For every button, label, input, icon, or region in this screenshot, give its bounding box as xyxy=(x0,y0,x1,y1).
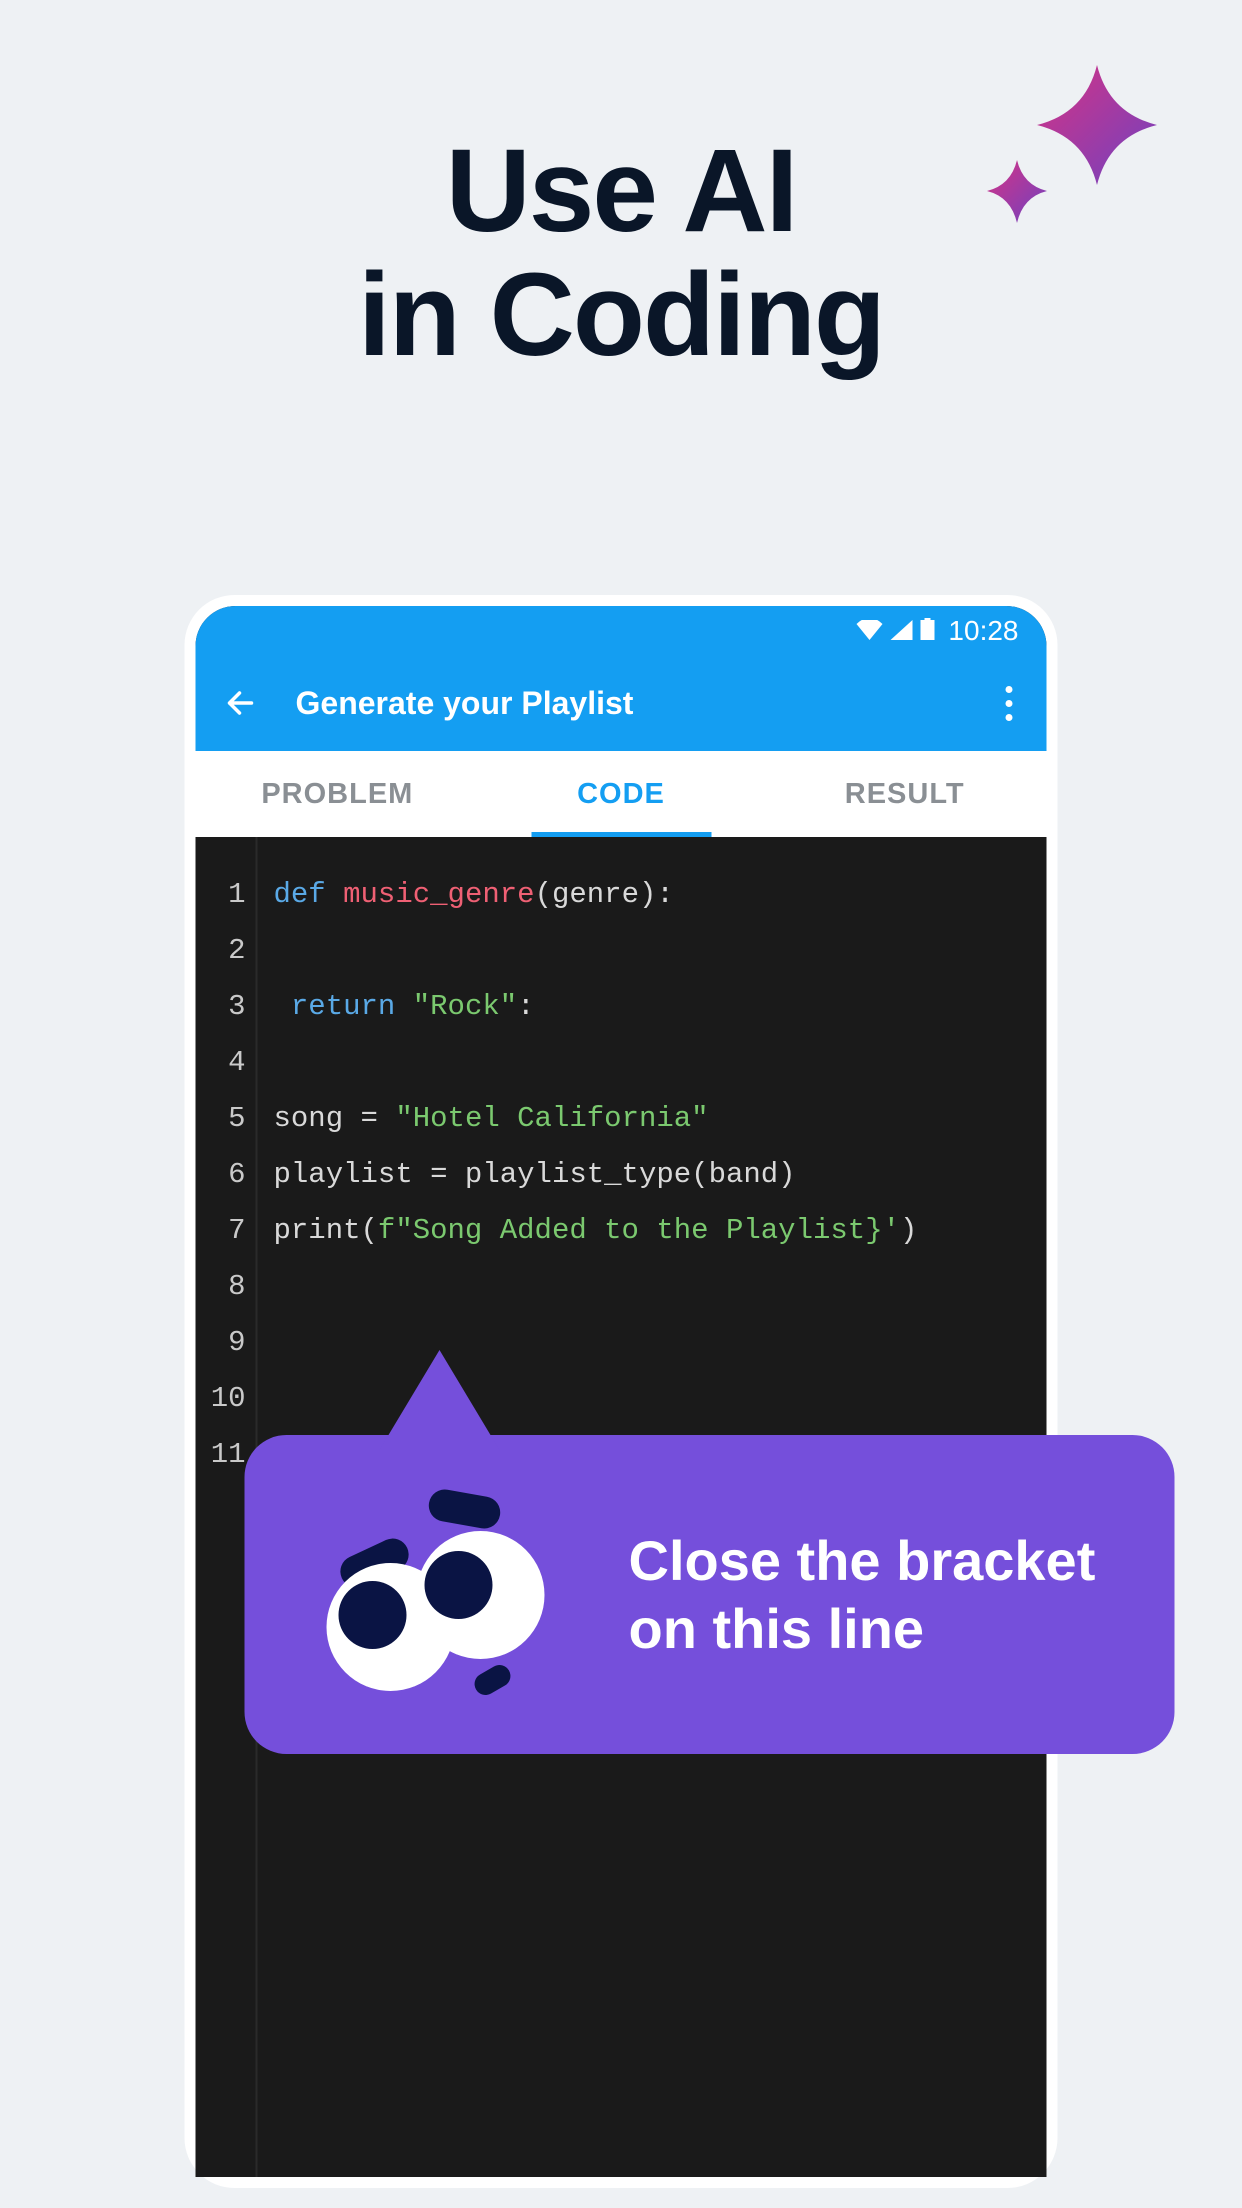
line-number: 3 xyxy=(196,979,256,1035)
code-line[interactable] xyxy=(274,1035,1047,1091)
code-line[interactable]: playlist = playlist_type(band) xyxy=(274,1147,1047,1203)
tab-label: CODE xyxy=(577,778,665,811)
battery-icon xyxy=(920,615,934,647)
code-token: return xyxy=(274,990,413,1023)
code-token: song = xyxy=(274,1102,396,1135)
wifi-icon xyxy=(856,615,882,647)
ai-hint-tooltip[interactable]: Close the bracket on this line xyxy=(245,1435,1175,1754)
more-menu-button[interactable] xyxy=(998,676,1021,731)
status-bar: 10:28 xyxy=(196,606,1047,655)
line-number: 8 xyxy=(196,1259,256,1315)
code-line[interactable] xyxy=(274,1259,1047,1315)
line-number: 4 xyxy=(196,1035,256,1091)
code-token: "Hotel California" xyxy=(395,1102,708,1135)
code-line[interactable]: def music_genre(genre): xyxy=(274,867,1047,923)
code-token: music_genre xyxy=(343,878,534,911)
code-token: (genre): xyxy=(535,878,674,911)
tab-label: PROBLEM xyxy=(261,778,413,811)
tab-problem[interactable]: PROBLEM xyxy=(196,751,480,837)
code-token: playlist = playlist_type(band) xyxy=(274,1158,796,1191)
tab-label: RESULT xyxy=(845,778,965,811)
line-number: 5 xyxy=(196,1091,256,1147)
phone-frame: 10:28 Generate your Playlist PROBLEM COD… xyxy=(185,595,1058,2188)
code-token: print( xyxy=(274,1214,378,1247)
code-line[interactable]: return "Rock": xyxy=(274,979,1047,1035)
code-line[interactable]: song = "Hotel California" xyxy=(274,1091,1047,1147)
line-number: 2 xyxy=(196,923,256,979)
screen-title: Generate your Playlist xyxy=(296,685,998,722)
tab-code[interactable]: CODE xyxy=(479,751,763,837)
code-line[interactable]: print(f"Song Added to the Playlist}') xyxy=(274,1203,1047,1259)
line-number: 1 xyxy=(196,867,256,923)
code-token: def xyxy=(274,878,344,911)
line-number: 6 xyxy=(196,1147,256,1203)
back-button[interactable] xyxy=(222,685,258,721)
code-token: f"Song Added to the Playlist}' xyxy=(378,1214,900,1247)
app-bar: Generate your Playlist xyxy=(196,655,1047,751)
code-token: : xyxy=(517,990,534,1023)
ai-mascot-icon xyxy=(299,1487,559,1702)
sparkle-icon xyxy=(977,65,1177,270)
line-number: 9 xyxy=(196,1315,256,1371)
signal-icon xyxy=(890,615,912,647)
headline-line2: in Coding xyxy=(358,254,884,378)
phone-screen: 10:28 Generate your Playlist PROBLEM COD… xyxy=(196,606,1047,2177)
headline: Use AI in Coding xyxy=(358,130,884,378)
code-line[interactable] xyxy=(274,923,1047,979)
code-token: ) xyxy=(900,1214,917,1247)
line-number: 10 xyxy=(196,1371,256,1427)
tab-bar: PROBLEM CODE RESULT xyxy=(196,751,1047,837)
headline-line1: Use AI xyxy=(358,130,884,254)
status-time: 10:28 xyxy=(948,615,1018,647)
code-token: "Rock" xyxy=(413,990,517,1023)
tab-result[interactable]: RESULT xyxy=(763,751,1047,837)
line-number: 7 xyxy=(196,1203,256,1259)
ai-hint-text: Close the bracket on this line xyxy=(629,1527,1121,1661)
